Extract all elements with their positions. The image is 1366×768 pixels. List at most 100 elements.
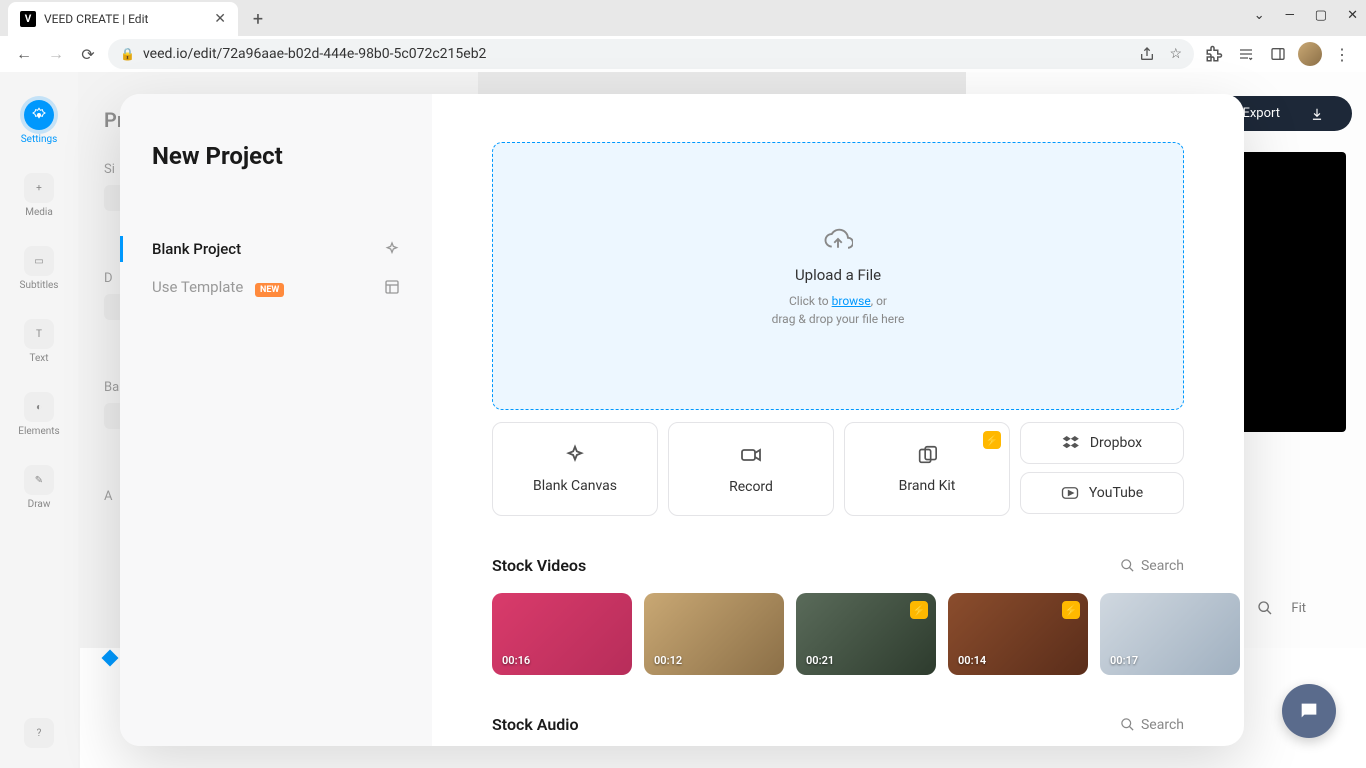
zoom-icon[interactable]	[1257, 600, 1273, 616]
profile-avatar[interactable]	[1298, 42, 1322, 66]
image-icon	[916, 444, 938, 466]
dropbox-icon	[1062, 434, 1080, 452]
sidebar-item-label: Blank Project	[152, 240, 241, 258]
duration-label: 00:16	[502, 654, 530, 667]
dropzone-title: Upload a File	[795, 266, 881, 284]
reload-button[interactable]: ⟳	[76, 42, 100, 66]
brand-kit-card[interactable]: ⚡ Brand Kit	[844, 422, 1010, 516]
rail-elements[interactable]: ◐ Elements	[18, 392, 59, 437]
sidebar-item-use-template[interactable]: Use Template NEW	[152, 268, 400, 306]
stock-video-thumb[interactable]: ⚡ 00:14	[948, 593, 1088, 675]
rail-media[interactable]: + Media	[24, 173, 54, 218]
chat-fab-button[interactable]	[1282, 684, 1336, 738]
preview-canvas	[1226, 152, 1346, 432]
share-icon[interactable]	[1139, 46, 1155, 62]
stock-videos-search[interactable]: Search	[1120, 558, 1184, 574]
sidebar-item-blank-project[interactable]: Blank Project	[152, 230, 400, 268]
search-icon	[1120, 558, 1135, 573]
new-project-modal: New Project Blank Project Use Template N…	[120, 94, 1244, 746]
stock-audio-search[interactable]: Search	[1120, 717, 1184, 733]
tab-close-icon[interactable]: ✕	[214, 11, 226, 27]
search-label: Search	[1141, 717, 1184, 733]
youtube-icon	[1061, 484, 1079, 502]
stock-video-thumb[interactable]: 00:12	[644, 593, 784, 675]
card-label: Brand Kit	[899, 478, 956, 494]
stock-video-thumb[interactable]: 00:17	[1100, 593, 1240, 675]
chrome-menu-icon[interactable]: ⋮	[1330, 42, 1354, 66]
duration-label: 00:14	[958, 654, 986, 667]
gear-icon	[24, 100, 54, 130]
card-label: Dropbox	[1090, 435, 1142, 451]
shapes-icon: ◐	[24, 392, 54, 422]
extensions-icon[interactable]	[1202, 42, 1226, 66]
lock-icon: 🔒	[120, 47, 135, 61]
upload-cloud-icon	[823, 224, 853, 254]
blank-canvas-card[interactable]: Blank Canvas	[492, 422, 658, 516]
download-icon	[1310, 107, 1324, 121]
stock-audio-title: Stock Audio	[492, 715, 579, 734]
dropbox-card[interactable]: Dropbox	[1020, 422, 1184, 464]
export-label: Export	[1242, 106, 1280, 121]
plus-icon: +	[24, 173, 54, 203]
rail-label: Media	[25, 207, 53, 218]
playhead[interactable]	[102, 650, 119, 667]
caret-down-icon[interactable]: ⌄	[1254, 8, 1265, 23]
forward-button[interactable]: →	[44, 42, 68, 66]
template-icon	[384, 279, 400, 295]
zoom-fit[interactable]: Fit	[1291, 601, 1306, 616]
new-badge: NEW	[255, 283, 284, 297]
sidebar-item-label: Use Template	[152, 278, 243, 296]
rail-text[interactable]: T Text	[24, 319, 54, 364]
pencil-icon: ✎	[24, 465, 54, 495]
address-bar[interactable]: 🔒 veed.io/edit/72a96aae-b02d-444e-98b0-5…	[108, 39, 1194, 69]
reading-list-icon[interactable]	[1234, 42, 1258, 66]
browse-link[interactable]: browse	[832, 294, 871, 308]
bolt-badge-icon: ⚡	[910, 601, 928, 619]
new-tab-button[interactable]: +	[244, 5, 272, 33]
search-icon	[1120, 717, 1135, 732]
side-panel-icon[interactable]	[1266, 42, 1290, 66]
favicon: V	[20, 11, 36, 27]
duration-label: 00:17	[1110, 654, 1138, 667]
rail-subtitles[interactable]: ▭ Subtitles	[20, 246, 59, 291]
browser-tab[interactable]: V VEED CREATE | Edit ✕	[8, 2, 238, 36]
camera-icon	[739, 443, 763, 467]
search-label: Search	[1141, 558, 1184, 574]
card-label: Record	[729, 479, 773, 495]
help-icon: ?	[24, 718, 54, 748]
rail-label: Settings	[21, 134, 58, 145]
url-text: veed.io/edit/72a96aae-b02d-444e-98b0-5c0…	[143, 46, 486, 62]
rail-help[interactable]: ?	[24, 718, 54, 748]
rail-label: Elements	[18, 426, 59, 437]
bolt-badge-icon: ⚡	[1062, 601, 1080, 619]
sparkle-icon	[384, 241, 400, 257]
text-icon: T	[24, 319, 54, 349]
stock-videos-title: Stock Videos	[492, 556, 586, 575]
youtube-card[interactable]: YouTube	[1020, 472, 1184, 514]
record-card[interactable]: Record	[668, 422, 834, 516]
star-icon[interactable]: ☆	[1169, 46, 1182, 62]
stock-video-thumb[interactable]: 00:16	[492, 593, 632, 675]
sparkle-icon	[564, 444, 586, 466]
rail-label: Draw	[28, 499, 51, 510]
dropzone-subtitle: Click to browse, or drag & drop your fil…	[772, 292, 905, 328]
modal-title: New Project	[152, 142, 400, 170]
duration-label: 00:12	[654, 654, 682, 667]
rail-label: Text	[29, 353, 48, 364]
duration-label: 00:21	[806, 654, 834, 667]
bolt-badge-icon: ⚡	[983, 431, 1001, 449]
stock-video-thumb[interactable]: ⚡ 00:21	[796, 593, 936, 675]
rail-label: Subtitles	[20, 280, 59, 291]
back-button[interactable]: ←	[12, 42, 36, 66]
card-label: YouTube	[1089, 485, 1143, 501]
stock-videos-row: 00:16 00:12 ⚡ 00:21 ⚡ 00:14 00:17	[492, 593, 1184, 675]
rail-settings[interactable]: Settings	[21, 100, 58, 145]
minimize-icon[interactable]: ―	[1285, 8, 1295, 23]
maximize-icon[interactable]: ▢	[1315, 8, 1327, 23]
card-label: Blank Canvas	[533, 478, 617, 494]
upload-dropzone[interactable]: Upload a File Click to browse, or drag &…	[492, 142, 1184, 410]
tab-title: VEED CREATE | Edit	[44, 12, 206, 26]
close-window-icon[interactable]: ✕	[1347, 8, 1358, 23]
rail-draw[interactable]: ✎ Draw	[24, 465, 54, 510]
subtitles-icon: ▭	[24, 246, 54, 276]
